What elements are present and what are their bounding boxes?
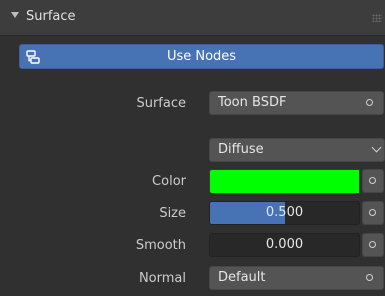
- socket-link-icon: [369, 177, 376, 184]
- socket-link-icon[interactable]: [366, 99, 373, 106]
- drag-handle-icon[interactable]: [372, 14, 382, 22]
- size-socket-button[interactable]: [362, 201, 384, 225]
- surface-panel-header[interactable]: Surface: [0, 0, 385, 36]
- size-slider[interactable]: 0.500: [209, 201, 360, 225]
- color-swatch[interactable]: [209, 169, 360, 194]
- size-value: 0.500: [265, 205, 304, 220]
- surface-shader-field[interactable]: Toon BSDF: [209, 91, 384, 115]
- smooth-value: 0.000: [265, 237, 304, 252]
- socket-link-icon[interactable]: [366, 274, 373, 281]
- use-nodes-label: Use Nodes: [166, 49, 237, 64]
- normal-label: Normal: [138, 271, 186, 286]
- smooth-label: Smooth: [135, 238, 186, 253]
- component-value: Diffuse: [218, 142, 264, 157]
- size-label: Size: [159, 206, 186, 221]
- use-nodes-button[interactable]: Use Nodes: [19, 44, 384, 69]
- socket-link-icon: [369, 241, 376, 248]
- color-label: Color: [152, 174, 186, 189]
- normal-field[interactable]: Default: [209, 266, 384, 290]
- panel-title: Surface: [26, 9, 76, 24]
- socket-link-icon: [369, 209, 376, 216]
- normal-value: Default: [218, 270, 266, 285]
- surface-label: Surface: [136, 96, 186, 111]
- smooth-slider[interactable]: 0.000: [209, 233, 360, 257]
- component-dropdown[interactable]: Diffuse: [209, 138, 385, 162]
- triangle-down-icon[interactable]: [11, 12, 19, 18]
- chevron-down-icon: [371, 142, 382, 153]
- color-socket-button[interactable]: [362, 169, 384, 193]
- surface-shader-value: Toon BSDF: [218, 95, 287, 110]
- smooth-socket-button[interactable]: [362, 233, 384, 257]
